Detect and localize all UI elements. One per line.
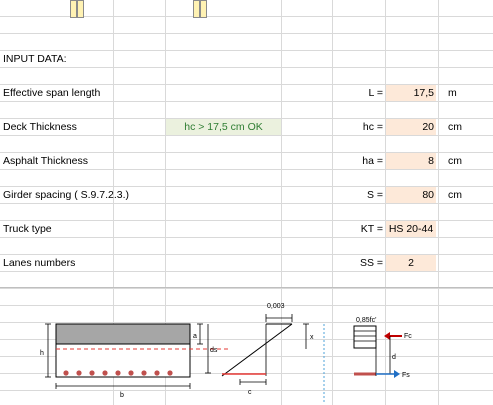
row-unit-asphalt: cm [448, 155, 462, 167]
row-label-deck: Deck Thickness [3, 121, 77, 133]
row-symbol-asphalt: ha = [362, 155, 383, 167]
label-h: h [40, 350, 44, 357]
row-label-girder: Girder spacing ( S.9.7.2.3.) [3, 189, 130, 201]
row-symbol-lanes: SS = [359, 257, 383, 269]
label-Fs: Fs [402, 372, 410, 379]
label-x: x [310, 334, 314, 341]
label-c: c [248, 389, 252, 396]
span-value-cell[interactable]: 17,5 [386, 85, 436, 101]
asphalt-value-cell[interactable]: 8 [386, 153, 436, 169]
label-a: a [193, 333, 197, 340]
lanes-value-cell[interactable]: 2 [386, 255, 436, 271]
row-unit-deck: cm [448, 121, 462, 133]
section-diagram: h b a ds 0,003 c x 0,85fc' Fc d Fs [40, 303, 412, 404]
section-title: INPUT DATA: [3, 53, 67, 65]
row-label-asphalt: Asphalt Thickness [3, 155, 89, 167]
label-d: d [392, 354, 396, 361]
deck-slab [55, 323, 191, 345]
truck-type-cell[interactable]: HS 20-44 [386, 221, 436, 237]
row-label-truck: Truck type [3, 223, 52, 235]
label-strain: 0,003 [267, 303, 285, 310]
row-unit-span: m [448, 87, 457, 99]
row-symbol-girder: S = [366, 189, 383, 201]
deck-check-status: hc > 17,5 cm OK [166, 119, 281, 135]
column-stub-left [70, 0, 84, 18]
row-symbol-span: L = [368, 87, 384, 99]
row-unit-girder: cm [448, 189, 462, 201]
row-symbol-truck: KT = [360, 223, 383, 235]
column-stub-right [193, 0, 207, 18]
label-ds: ds [210, 347, 218, 354]
girder-value-cell[interactable]: 80 [386, 187, 436, 203]
stress-block [353, 325, 377, 349]
row-label-span: Effective span length [3, 87, 101, 99]
row-label-lanes: Lanes numbers [3, 257, 76, 269]
label-stress: 0,85fc' [356, 317, 376, 324]
deck-value-cell[interactable]: 20 [386, 119, 436, 135]
rebars [63, 370, 173, 376]
section-separator [0, 287, 493, 288]
row-symbol-deck: hc = [362, 121, 383, 133]
label-b: b [120, 392, 124, 399]
label-Fc: Fc [404, 333, 412, 340]
